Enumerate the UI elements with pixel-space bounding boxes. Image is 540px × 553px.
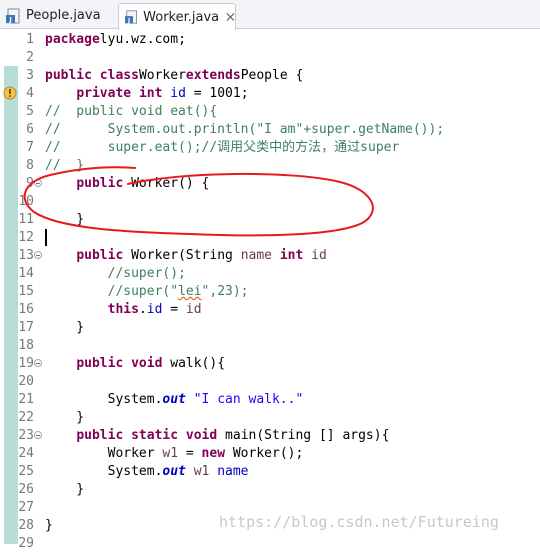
red-hand-drawn-circle [23, 166, 374, 237]
watermark: https://blog.csdn.net/Futureing [219, 513, 499, 531]
annotation-ellipse [23, 166, 374, 237]
